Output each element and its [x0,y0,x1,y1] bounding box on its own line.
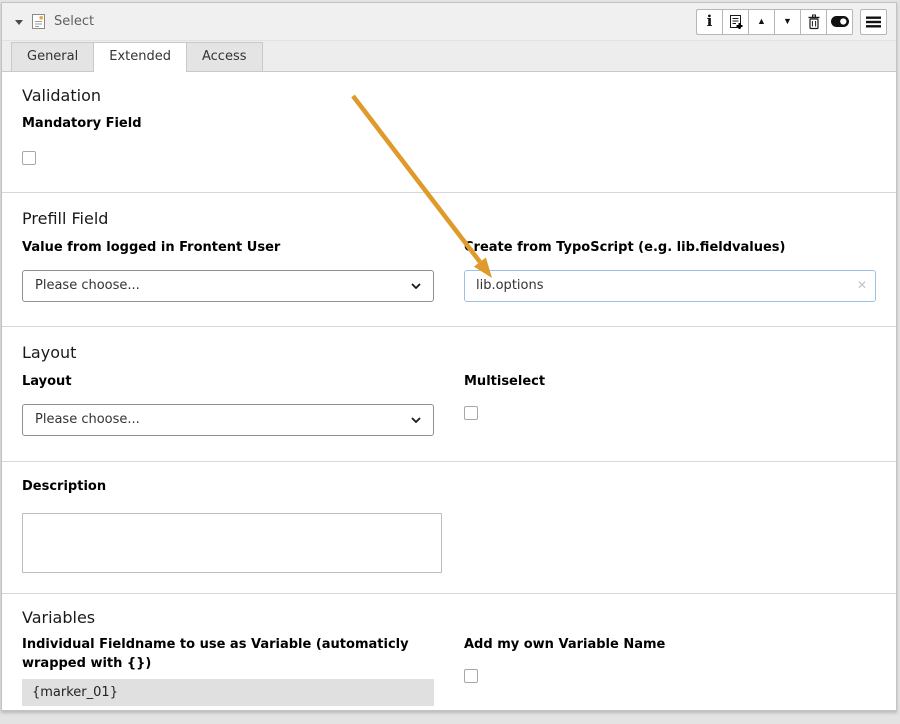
element-title: Select [54,14,94,29]
own-variable-checkbox[interactable] [464,669,478,683]
own-variable-label: Add my own Variable Name [464,636,876,655]
variables-heading: Variables [22,608,876,628]
triangle-down-icon: ▼ [783,17,792,26]
layout-left-column: Layout Please choose... [22,373,434,436]
description-label: Description [22,478,876,497]
prefill-right-column: Create from TypoScript (e.g. lib.fieldva… [464,239,876,302]
mandatory-field-label: Mandatory Field [22,115,876,134]
chevron-down-icon [411,417,421,423]
menu-button[interactable] [860,9,887,35]
multiselect-checkbox[interactable] [464,406,478,420]
layout-heading: Layout [22,343,876,363]
triangle-up-icon: ▲ [757,17,766,26]
mandatory-field-checkbox[interactable] [22,151,36,165]
trash-icon [807,14,821,30]
toggle-visibility-button[interactable] [826,9,853,35]
frontend-user-label: Value from logged in Frontent User [22,239,434,258]
section-layout: Layout Layout Please choose... Multisele… [2,326,896,461]
move-down-button[interactable]: ▼ [774,9,801,35]
tab-general[interactable]: General [11,42,94,71]
layout-label: Layout [22,373,434,392]
info-button[interactable]: i [696,9,723,35]
section-prefill: Prefill Field Value from logged in Front… [2,192,896,326]
layout-right-column: Multiselect [464,373,876,436]
variables-right-column: Add my own Variable Name [464,636,876,706]
prefill-left-column: Value from logged in Frontent User Pleas… [22,239,434,302]
hamburger-icon [866,16,881,28]
frontend-user-select[interactable]: Please choose... [22,270,434,302]
marker-readonly-input [22,679,434,706]
tab-bar: General Extended Access [2,41,896,72]
form-element-panel: Select i [1,2,897,711]
new-record-button[interactable] [722,9,749,35]
variables-left-column: Individual Fieldname to use as Variable … [22,636,434,706]
toggle-on-icon [831,16,849,27]
section-description: Description [2,461,896,593]
validation-heading: Validation [22,86,876,106]
typoscript-label: Create from TypoScript (e.g. lib.fieldva… [464,239,876,258]
caret-down-icon[interactable] [15,20,23,25]
delete-button[interactable] [800,9,827,35]
tab-extended[interactable]: Extended [93,42,187,72]
element-header: Select i [2,3,896,41]
section-validation: Validation Mandatory Field [2,72,896,192]
chevron-down-icon [411,283,421,289]
content-element-icon [31,13,46,30]
fieldname-variable-label: Individual Fieldname to use as Variable … [22,636,434,674]
element-toolbar: i ▲ [696,9,887,35]
info-icon: i [707,14,713,29]
layout-select[interactable]: Please choose... [22,404,434,436]
tab-access[interactable]: Access [186,42,263,71]
section-variables: Variables Individual Fieldname to use as… [2,593,896,711]
layout-select-value: Please choose... [35,412,411,427]
clear-input-icon[interactable]: ✕ [857,279,867,291]
multiselect-label: Multiselect [464,373,876,392]
frontend-user-select-value: Please choose... [35,278,411,293]
typoscript-input[interactable] [464,270,876,302]
move-up-button[interactable]: ▲ [748,9,775,35]
toolbar-button-group: i ▲ [696,9,853,35]
document-plus-icon [728,14,744,30]
prefill-heading: Prefill Field [22,209,876,229]
description-textarea[interactable] [22,513,442,573]
